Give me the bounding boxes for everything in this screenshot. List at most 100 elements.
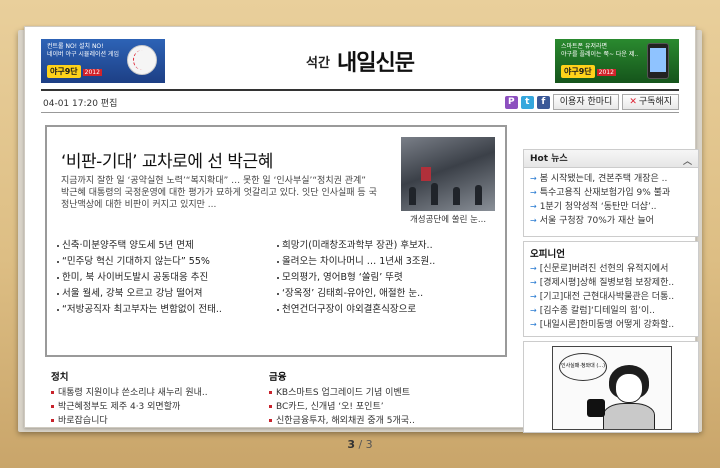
cartoon-phone [587, 399, 605, 417]
headline-item[interactable]: 한미, 북 사이버도발시 공동대응 추진 [57, 271, 267, 284]
headline-item[interactable]: 올려오는 차이나머니 … 1년새 3조원.. [277, 255, 487, 268]
toolbar-actions: P t f 이용자 한마디 ✕ 구독해지 [504, 94, 679, 110]
opinion-panel: 오피니언 → [신문로]버려진 선현의 유적지에서 → [경제시평]상해 질병보험 … [523, 241, 699, 337]
bullet-icon [51, 391, 54, 394]
hot-news-item[interactable]: → 1분기 청약성적 ‘동탄만 더샵’.. [530, 200, 692, 214]
hot-news-item[interactable]: → 특수고용직 산재보험가입 9% 불과 [530, 186, 692, 200]
arrow-right-icon: → [530, 216, 537, 225]
smartphone-icon [647, 43, 669, 79]
user-comment-button[interactable]: 이용자 한마디 [552, 94, 620, 110]
share-p-icon[interactable]: P [504, 95, 518, 109]
opinion-title[interactable]: 오피니언 [524, 242, 698, 262]
opinion-item[interactable]: → [김수종 칼럼]‘디테일의 힘’이.. [530, 304, 692, 318]
headline-item[interactable]: ‘장옥정’ 김태희-유아인, 애절한 눈.. [277, 287, 487, 300]
hot-news-text: 특수고용직 산재보험가입 9% 불과 [539, 188, 671, 198]
arrow-right-icon: → [530, 202, 537, 211]
headline-text: 서울 월세, 강북 오르고 강남 떨어져 [62, 288, 203, 299]
arrow-right-icon: → [530, 278, 537, 287]
headline-item[interactable]: 서울 월세, 강북 오르고 강남 떨어져 [57, 287, 267, 300]
headline-item[interactable]: 모의평가, 영어B형 ‘쏠림’ 뚜렷 [277, 271, 487, 284]
politics-text: 박근혜정부도 제주 4·3 외면할까 [58, 402, 181, 412]
lead-photo[interactable] [401, 137, 495, 211]
lead-summary-body[interactable]: 박근혜 대통령의 국정운영에 대한 평가가 묘하게 엇갈리고 있다. 잇단 인사… [61, 187, 379, 211]
arrow-right-icon: → [530, 292, 537, 301]
finance-section: 금융 KB스마트S 업그레이드 기념 이벤트 BC카드, 신개념 ‘오! 포인트… [269, 369, 469, 428]
cartoon-body [603, 403, 655, 429]
cartoon-speech-bubble: 인사실패·청와대 (...) [559, 353, 607, 381]
political-cartoon[interactable]: 인사실패·청와대 (...) [552, 346, 672, 430]
arrow-right-icon: → [530, 174, 537, 183]
bullet-icon [51, 405, 54, 408]
unsubscribe-label: 구독해지 [638, 96, 672, 107]
bullet-icon [269, 391, 272, 394]
headline-item[interactable]: “저방공직자 최고부자는 변함없이 전태.. [57, 303, 267, 316]
lead-photo-caption[interactable]: 개성공단에 쏠린 눈... [401, 213, 495, 225]
headline-text: “저방공직자 최고부자는 변함없이 전태.. [62, 304, 222, 315]
arrow-right-icon: → [530, 306, 537, 315]
opinion-item[interactable]: → [기고]대전 근현대사박물관은 더통.. [530, 290, 692, 304]
chevron-up-icon[interactable]: ︿ [683, 153, 692, 171]
finance-item[interactable]: BC카드, 신개념 ‘오! 포인트’ [269, 400, 469, 414]
twitter-icon[interactable]: t [520, 95, 534, 109]
finance-title[interactable]: 금융 [269, 369, 469, 383]
page-current: 3 [347, 438, 355, 451]
bullet-icon [57, 260, 59, 263]
bullet-icon [51, 419, 54, 422]
bullet-icon [277, 276, 279, 279]
finance-text: 신한금융투자, 해외채권 중개 5개국.. [276, 416, 415, 426]
opinion-item[interactable]: → [신문로]버려진 선현의 유적지에서 [530, 262, 692, 276]
photo-figure [475, 185, 482, 205]
headline-text: 천연건더구장이 야외결혼식장으로 [282, 304, 417, 315]
bullet-icon [277, 244, 279, 247]
opinion-list: → [신문로]버려진 선현의 유적지에서 → [경제시평]상해 질병보험 보장제한.… [524, 262, 698, 332]
headline-text: 올려오는 차이나머니 … 1년새 3조원.. [282, 256, 436, 267]
bullet-icon [269, 419, 272, 422]
edition-toolbar: 04-01 17:20 편집 P t f 이용자 한마디 ✕ 구독해지 [41, 89, 679, 113]
lead-headline[interactable]: ‘비판-기대’ 교차로에 선 박근혜 [61, 147, 273, 172]
headline-text: 신축·미분양주택 양도세 5년 면제 [62, 240, 194, 251]
lead-summary-subhead[interactable]: 지금까지 잘한 일 ‘공약실현 노력’“복지확대” … 못한 일 ‘인사부실’“… [61, 175, 379, 187]
opinion-text: [기고]대전 근현대사박물관은 더통.. [539, 292, 675, 302]
bullet-icon [57, 308, 59, 311]
photo-figure [453, 187, 460, 205]
facebook-icon[interactable]: f [536, 95, 550, 109]
opinion-item[interactable]: → [경제시평]상해 질병보험 보장제한.. [530, 276, 692, 290]
headline-item[interactable]: “민주당 혁신 기대하지 않는다” 55% [57, 255, 267, 268]
politics-text: 대통령 지원이냐 쓴소리냐 새누리 원내.. [58, 388, 208, 398]
arrow-right-icon: → [530, 320, 537, 329]
bullet-icon [57, 292, 59, 295]
hot-news-title: Hot 뉴스 [530, 154, 568, 164]
opinion-item[interactable]: → [내일시론]한미동맹 어떻게 강화할.. [530, 318, 692, 332]
photo-sign [421, 167, 431, 181]
headline-text: 한미, 북 사이버도발시 공동대응 추진 [62, 272, 209, 283]
hot-news-list: → 봄 시작됐는데, 견본주택 개장은 .. → 특수고용직 산재보험가입 9% 불… [524, 168, 698, 228]
unsubscribe-button[interactable]: ✕ 구독해지 [622, 94, 679, 110]
arrow-right-icon: → [530, 264, 537, 273]
close-icon: ✕ [629, 96, 637, 107]
hot-news-item[interactable]: → 봄 시작됐는데, 견본주택 개장은 .. [530, 172, 692, 186]
politics-item[interactable]: 바로잡습니다 [51, 414, 251, 428]
hot-news-item[interactable]: → 서울 구청장 70%가 재산 늘어 [530, 214, 692, 228]
finance-list: KB스마트S 업그레이드 기념 이벤트 BC카드, 신개념 ‘오! 포인트’ 신… [269, 386, 469, 428]
lead-summary: 지금까지 잘한 일 ‘공약실현 노력’“복지확대” … 못한 일 ‘인사부실’“… [61, 175, 379, 211]
bullet-icon [57, 244, 59, 247]
finance-item[interactable]: KB스마트S 업그레이드 기념 이벤트 [269, 386, 469, 400]
headline-item[interactable]: 신축·미분양주택 양도세 5년 면제 [57, 239, 267, 252]
cartoon-panel: 인사실패·청와대 (...) [523, 341, 699, 433]
headline-item[interactable]: 천연건더구장이 야외결혼식장으로 [277, 303, 487, 316]
right-ad-brand: 야구9단 [561, 65, 595, 78]
headline-item[interactable]: 희망기(미래창조과학부 장관) 후보자.. [277, 239, 487, 252]
newspaper-page: 컨트롤 NO! 설치 NO! 네이버 야구 시뮬레이션 게임 야구9단 2012 … [24, 26, 699, 433]
opinion-text: [경제시평]상해 질병보험 보장제한.. [539, 278, 675, 288]
politics-item[interactable]: 대통령 지원이냐 쓴소리냐 새누리 원내.. [51, 386, 251, 400]
opinion-text: [내일시론]한미동맹 어떻게 강화할.. [539, 320, 675, 330]
finance-item[interactable]: 신한금융투자, 해외채권 중개 5개국.. [269, 414, 469, 428]
politics-item[interactable]: 박근혜정부도 제주 4·3 외면할까 [51, 400, 251, 414]
politics-section: 정치 대통령 지원이냐 쓴소리냐 새누리 원내.. 박근혜정부도 제주 4·3 … [51, 369, 251, 428]
right-ad-banner[interactable]: 스마트폰 유저라면 야구를 플레이는 쭉~ 다운 제.. 야구9단 2012 [555, 39, 679, 83]
headline-text: 모의평가, 영어B형 ‘쏠림’ 뚜렷 [282, 272, 403, 283]
politics-title[interactable]: 정치 [51, 369, 251, 383]
newspaper-logo: 내일신문 [337, 50, 415, 76]
finance-text: KB스마트S 업그레이드 기념 이벤트 [276, 388, 411, 398]
finance-text: BC카드, 신개념 ‘오! 포인트’ [276, 402, 384, 412]
